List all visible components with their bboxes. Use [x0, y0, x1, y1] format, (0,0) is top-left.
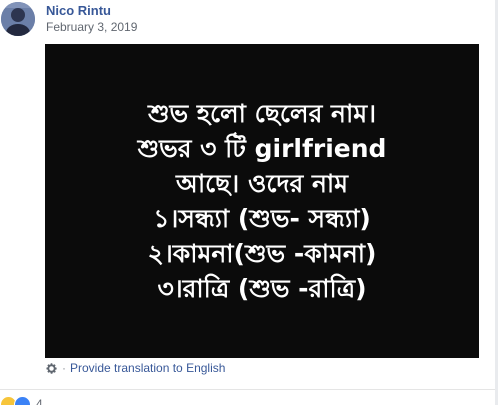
reactions-summary[interactable]: 4: [0, 395, 43, 405]
reaction-count: 4: [36, 397, 43, 405]
separator-dot: ·: [62, 361, 66, 375]
image-text-line: ২।কামনা(শুভ -কামনা): [147, 239, 377, 268]
author-name[interactable]: Nico Rintu: [46, 3, 111, 18]
divider: [0, 389, 498, 390]
image-text-line: ৩।রাত্রি (শুভ -রাত্রি): [157, 274, 367, 303]
image-text-line: ১।সন্ধ্যা (শুভ- সন্ধ্যা): [153, 204, 371, 233]
translation-row: · Provide translation to English: [45, 360, 225, 376]
gear-icon[interactable]: [45, 362, 58, 375]
image-text-line: আছে। ওদের নাম: [175, 169, 349, 198]
avatar-image: [1, 2, 35, 36]
facebook-post: Nico Rintu February 3, 2019 শুভ হলো ছেলে…: [0, 0, 498, 405]
avatar[interactable]: [1, 2, 35, 36]
translate-link[interactable]: Provide translation to English: [70, 361, 225, 375]
post-image[interactable]: শুভ হলো ছেলের নাম। শুভর ৩ টি girlfriend …: [45, 44, 479, 358]
image-text-line: শুভ হলো ছেলের নাম।: [147, 99, 377, 128]
image-text-line: শুভর ৩ টি girlfriend: [137, 134, 387, 163]
like-reaction-icon: [14, 395, 31, 405]
post-timestamp[interactable]: February 3, 2019: [46, 20, 137, 34]
